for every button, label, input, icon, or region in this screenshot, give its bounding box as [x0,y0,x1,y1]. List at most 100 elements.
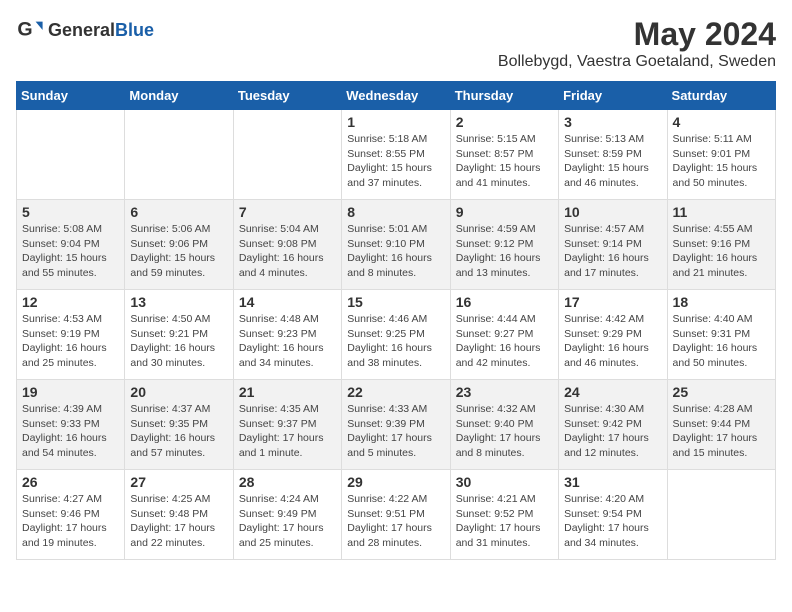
day-number: 10 [564,204,661,220]
weekday-header-sunday: Sunday [17,82,125,110]
day-number: 17 [564,294,661,310]
day-number: 8 [347,204,444,220]
week-row-5: 26 Sunrise: 4:27 AM Sunset: 9:46 PM Dayli… [17,470,776,560]
day-number: 29 [347,474,444,490]
weekday-header-thursday: Thursday [450,82,558,110]
calendar-cell: 8 Sunrise: 5:01 AM Sunset: 9:10 PM Daylig… [342,200,450,290]
weekday-row: SundayMondayTuesdayWednesdayThursdayFrid… [17,82,776,110]
day-number: 25 [673,384,770,400]
day-number: 12 [22,294,119,310]
calendar-cell: 25 Sunrise: 4:28 AM Sunset: 9:44 PM Dayli… [667,380,775,470]
day-number: 14 [239,294,336,310]
day-info: Sunrise: 4:32 AM Sunset: 9:40 PM Dayligh… [456,402,553,461]
day-number: 23 [456,384,553,400]
day-info: Sunrise: 5:13 AM Sunset: 8:59 PM Dayligh… [564,132,661,191]
page-header: G GeneralBlue May 2024 Bollebygd, Vaestr… [16,16,776,71]
calendar-cell: 16 Sunrise: 4:44 AM Sunset: 9:27 PM Dayli… [450,290,558,380]
sub-title: Bollebygd, Vaestra Goetaland, Sweden [498,53,776,71]
day-info: Sunrise: 4:25 AM Sunset: 9:48 PM Dayligh… [130,492,227,551]
weekday-header-saturday: Saturday [667,82,775,110]
day-info: Sunrise: 5:18 AM Sunset: 8:55 PM Dayligh… [347,132,444,191]
day-info: Sunrise: 5:06 AM Sunset: 9:06 PM Dayligh… [130,222,227,281]
calendar-table: SundayMondayTuesdayWednesdayThursdayFrid… [16,81,776,560]
day-number: 24 [564,384,661,400]
logo-icon: G [16,16,44,44]
logo-text: GeneralBlue [48,20,154,41]
main-title: May 2024 [498,16,776,53]
weekday-header-wednesday: Wednesday [342,82,450,110]
day-info: Sunrise: 4:35 AM Sunset: 9:37 PM Dayligh… [239,402,336,461]
day-number: 15 [347,294,444,310]
day-number: 9 [456,204,553,220]
day-number: 21 [239,384,336,400]
calendar-cell [233,110,341,200]
week-row-1: 1 Sunrise: 5:18 AM Sunset: 8:55 PM Daylig… [17,110,776,200]
day-info: Sunrise: 4:59 AM Sunset: 9:12 PM Dayligh… [456,222,553,281]
day-number: 16 [456,294,553,310]
day-info: Sunrise: 4:21 AM Sunset: 9:52 PM Dayligh… [456,492,553,551]
weekday-header-tuesday: Tuesday [233,82,341,110]
day-info: Sunrise: 4:57 AM Sunset: 9:14 PM Dayligh… [564,222,661,281]
calendar-cell: 13Sunrise: 4:50 AM Sunset: 9:21 PM Dayli… [125,290,233,380]
day-info: Sunrise: 5:15 AM Sunset: 8:57 PM Dayligh… [456,132,553,191]
day-number: 28 [239,474,336,490]
svg-text:G: G [17,19,32,41]
calendar-cell: 31 Sunrise: 4:20 AM Sunset: 9:54 PM Dayli… [559,470,667,560]
day-number: 6 [130,204,227,220]
calendar-cell: 2 Sunrise: 5:15 AM Sunset: 8:57 PM Daylig… [450,110,558,200]
calendar-cell: 19Sunrise: 4:39 AM Sunset: 9:33 PM Dayli… [17,380,125,470]
calendar-cell: 1 Sunrise: 5:18 AM Sunset: 8:55 PM Daylig… [342,110,450,200]
calendar-cell: 30 Sunrise: 4:21 AM Sunset: 9:52 PM Dayli… [450,470,558,560]
day-number: 5 [22,204,119,220]
calendar-cell: 18Sunrise: 4:40 AM Sunset: 9:31 PM Dayli… [667,290,775,380]
day-info: Sunrise: 4:42 AM Sunset: 9:29 PM Dayligh… [564,312,661,371]
week-row-3: 12 Sunrise: 4:53 AM Sunset: 9:19 PM Dayli… [17,290,776,380]
day-info: Sunrise: 4:28 AM Sunset: 9:44 PM Dayligh… [673,402,770,461]
day-info: Sunrise: 4:20 AM Sunset: 9:54 PM Dayligh… [564,492,661,551]
day-info: Sunrise: 4:44 AM Sunset: 9:27 PM Dayligh… [456,312,553,371]
day-info: Sunrise: 5:01 AM Sunset: 9:10 PM Dayligh… [347,222,444,281]
day-number: 4 [673,114,770,130]
calendar-cell [667,470,775,560]
calendar-cell: 9 Sunrise: 4:59 AM Sunset: 9:12 PM Daylig… [450,200,558,290]
day-info: Sunrise: 5:08 AM Sunset: 9:04 PM Dayligh… [22,222,119,281]
calendar-cell: 22 Sunrise: 4:33 AM Sunset: 9:39 PM Dayli… [342,380,450,470]
day-info: Sunrise: 4:46 AM Sunset: 9:25 PM Dayligh… [347,312,444,371]
calendar-cell: 23 Sunrise: 4:32 AM Sunset: 9:40 PM Dayli… [450,380,558,470]
day-number: 20 [130,384,227,400]
day-number: 31 [564,474,661,490]
calendar-cell: 12 Sunrise: 4:53 AM Sunset: 9:19 PM Dayli… [17,290,125,380]
calendar-header: SundayMondayTuesdayWednesdayThursdayFrid… [17,82,776,110]
day-number: 7 [239,204,336,220]
calendar-cell: 11Sunrise: 4:55 AM Sunset: 9:16 PM Dayli… [667,200,775,290]
calendar-cell: 21 Sunrise: 4:35 AM Sunset: 9:37 PM Dayli… [233,380,341,470]
day-number: 22 [347,384,444,400]
day-number: 30 [456,474,553,490]
calendar-cell: 24 Sunrise: 4:30 AM Sunset: 9:42 PM Dayli… [559,380,667,470]
calendar-cell: 28Sunrise: 4:24 AM Sunset: 9:49 PM Dayli… [233,470,341,560]
day-info: Sunrise: 4:30 AM Sunset: 9:42 PM Dayligh… [564,402,661,461]
calendar-cell: 26 Sunrise: 4:27 AM Sunset: 9:46 PM Dayli… [17,470,125,560]
day-info: Sunrise: 4:22 AM Sunset: 9:51 PM Dayligh… [347,492,444,551]
day-info: Sunrise: 4:40 AM Sunset: 9:31 PM Dayligh… [673,312,770,371]
calendar-cell: 3Sunrise: 5:13 AM Sunset: 8:59 PM Daylig… [559,110,667,200]
day-info: Sunrise: 5:04 AM Sunset: 9:08 PM Dayligh… [239,222,336,281]
day-number: 11 [673,204,770,220]
calendar-cell: 6 Sunrise: 5:06 AM Sunset: 9:06 PM Daylig… [125,200,233,290]
day-info: Sunrise: 4:33 AM Sunset: 9:39 PM Dayligh… [347,402,444,461]
day-number: 1 [347,114,444,130]
calendar-cell: 10 Sunrise: 4:57 AM Sunset: 9:14 PM Dayli… [559,200,667,290]
logo: G GeneralBlue [16,16,154,44]
day-info: Sunrise: 4:27 AM Sunset: 9:46 PM Dayligh… [22,492,119,551]
day-info: Sunrise: 4:48 AM Sunset: 9:23 PM Dayligh… [239,312,336,371]
weekday-header-friday: Friday [559,82,667,110]
week-row-2: 5 Sunrise: 5:08 AM Sunset: 9:04 PM Daylig… [17,200,776,290]
day-number: 26 [22,474,119,490]
day-info: Sunrise: 4:53 AM Sunset: 9:19 PM Dayligh… [22,312,119,371]
day-number: 2 [456,114,553,130]
calendar-cell: 15 Sunrise: 4:46 AM Sunset: 9:25 PM Dayli… [342,290,450,380]
calendar-cell [125,110,233,200]
day-info: Sunrise: 4:50 AM Sunset: 9:21 PM Dayligh… [130,312,227,371]
calendar-body: 1 Sunrise: 5:18 AM Sunset: 8:55 PM Daylig… [17,110,776,560]
day-number: 27 [130,474,227,490]
